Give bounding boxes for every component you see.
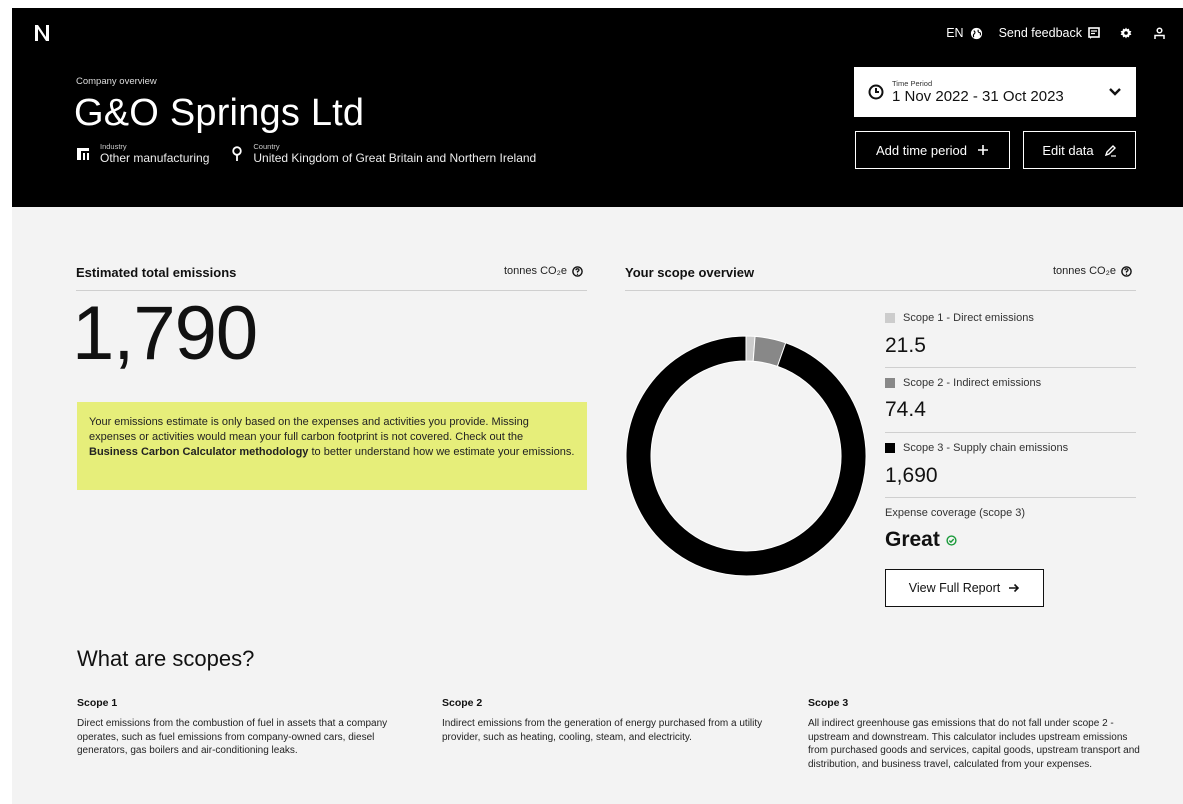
what-are-scopes-heading: What are scopes? xyxy=(77,646,255,671)
methodology-link[interactable]: Business Carbon Calculator methodology xyxy=(89,446,308,458)
industry-label: Industry xyxy=(100,142,127,151)
industry-value: Other manufacturing xyxy=(100,151,210,165)
scope2-description: Scope 2 Indirect emissions from the gene… xyxy=(442,697,772,744)
breadcrumb: Company overview xyxy=(76,76,157,87)
feedback-label: Send feedback xyxy=(998,26,1082,40)
globe-icon xyxy=(970,27,982,39)
scope3-legend: Scope 3 - Supply chain emissions xyxy=(885,442,1068,454)
scope-unit: tonnes CO₂e xyxy=(1053,265,1132,277)
country-value: United Kingdom of Great Britain and Nort… xyxy=(253,151,537,165)
emissions-unit-label: tonnes CO₂e xyxy=(504,265,567,277)
scope2-swatch xyxy=(885,378,895,388)
scope2-desc-title: Scope 2 xyxy=(442,697,483,709)
coverage-value: Great xyxy=(885,528,940,551)
add-time-period-button[interactable]: Add time period xyxy=(855,131,1010,169)
edit-data-label: Edit data xyxy=(1042,142,1094,158)
emissions-unit: tonnes CO₂e xyxy=(504,265,583,277)
account-button[interactable] xyxy=(1154,26,1165,40)
chevron-down-icon xyxy=(1109,88,1121,96)
coverage-rating: Great xyxy=(885,528,957,552)
scope-divider xyxy=(625,290,1136,291)
time-period-select[interactable]: Time Period 1 Nov 2022 - 31 Oct 2023 xyxy=(854,67,1136,117)
notice-text-1: Your emissions estimate is only based on… xyxy=(89,416,529,443)
scope3-desc-text: All indirect greenhouse gas emissions th… xyxy=(808,718,1140,770)
country-info: Country United Kingdom of Great Britain … xyxy=(231,142,536,165)
scope2-value: 74.4 xyxy=(885,398,926,421)
plus-icon xyxy=(978,145,989,155)
coverage-label: Expense coverage (scope 3) xyxy=(885,507,1026,519)
gear-icon xyxy=(1120,27,1132,39)
brand-n-logo[interactable] xyxy=(34,24,50,42)
scope1-desc-title: Scope 1 xyxy=(77,697,118,709)
scope2-desc-text: Indirect emissions from the generation o… xyxy=(442,718,763,743)
scope1-value: 21.5 xyxy=(885,334,926,357)
clock-icon xyxy=(868,84,884,100)
language-label: EN xyxy=(946,26,964,40)
donut-slice-scope-3 xyxy=(625,335,867,577)
user-icon xyxy=(1154,26,1165,39)
arrow-right-icon xyxy=(1009,583,1020,593)
scope-overview-title: Your scope overview xyxy=(625,265,755,280)
scope3-swatch xyxy=(885,443,895,453)
scope1-label: Scope 1 - Direct emissions xyxy=(903,312,1034,324)
emissions-title: Estimated total emissions xyxy=(76,265,237,280)
check-circle-icon xyxy=(946,534,957,546)
scope1-desc-text: Direct emissions from the combustion of … xyxy=(77,718,388,756)
methodology-notice: Your emissions estimate is only based on… xyxy=(77,402,587,490)
language-selector[interactable]: EN xyxy=(946,26,982,40)
help-icon[interactable] xyxy=(572,265,583,277)
scope-unit-label: tonnes CO₂e xyxy=(1053,265,1116,277)
scope1-legend: Scope 1 - Direct emissions xyxy=(885,312,1034,324)
scope3-description: Scope 3 All indirect greenhouse gas emis… xyxy=(808,697,1143,771)
scope1-divider xyxy=(885,367,1136,368)
view-report-label: View Full Report xyxy=(908,581,1001,595)
scope2-divider xyxy=(885,432,1136,433)
feedback-icon xyxy=(1088,27,1100,39)
page-title: G&O Springs Ltd xyxy=(74,92,365,134)
edit-data-button[interactable]: Edit data xyxy=(1023,131,1136,169)
send-feedback-link[interactable]: Send feedback xyxy=(999,26,1100,40)
time-period-value: 1 Nov 2022 - 31 Oct 2023 xyxy=(892,87,1064,105)
scope3-label: Scope 3 - Supply chain emissions xyxy=(903,442,1069,454)
scope3-value: 1,690 xyxy=(885,464,938,487)
country-label: Country xyxy=(253,142,280,151)
notice-text-2: to better understand how we estimate you… xyxy=(308,446,575,458)
time-period-label: Time Period xyxy=(892,78,933,88)
scope3-divider xyxy=(885,497,1136,498)
scope2-label: Scope 2 - Indirect emissions xyxy=(903,377,1042,389)
pencil-icon xyxy=(1104,144,1116,157)
settings-button[interactable] xyxy=(1120,27,1132,39)
top-bar: EN Send feedback xyxy=(930,26,1165,40)
total-emissions-value: 1,790 xyxy=(72,291,258,376)
scope-donut-chart xyxy=(625,335,867,577)
company-meta: Industry Other manufacturing Country Uni… xyxy=(76,142,536,165)
view-full-report-button[interactable]: View Full Report xyxy=(885,569,1044,607)
industry-info: Industry Other manufacturing xyxy=(76,142,209,165)
scope1-swatch xyxy=(885,313,895,323)
scope2-legend: Scope 2 - Indirect emissions xyxy=(885,377,1041,389)
scope3-desc-title: Scope 3 xyxy=(808,697,849,709)
building-icon xyxy=(77,147,89,160)
scope1-description: Scope 1 Direct emissions from the combus… xyxy=(77,697,407,758)
company-header: EN Send feedback Company overview G&O Sp… xyxy=(12,8,1183,207)
location-pin-icon xyxy=(232,146,243,161)
add-time-period-label: Add time period xyxy=(875,142,968,158)
help-icon[interactable] xyxy=(1121,265,1132,277)
